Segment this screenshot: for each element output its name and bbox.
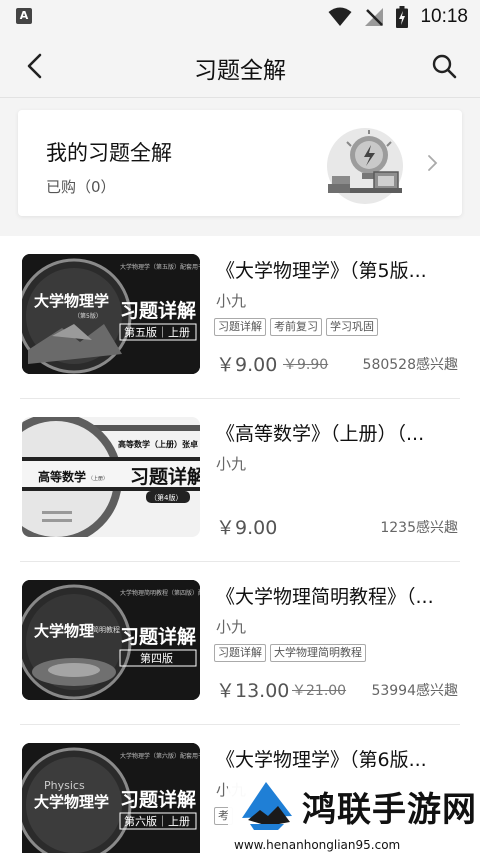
cover-subtitle: 习题详解: [130, 465, 200, 488]
book-cover: 高等数学 （上册） 高等数学（上册）张卓 习题详解 （第4版）: [22, 417, 200, 537]
watermark-text: 鸿联手游网: [302, 790, 477, 830]
cover-edition-note: 简明教程: [92, 625, 120, 634]
book-price: ￥13.00: [216, 680, 290, 702]
cover-band: 第四版: [140, 651, 173, 665]
interest-count: 1235感兴趣: [380, 520, 458, 536]
interest-count: 580528感兴趣: [362, 357, 458, 373]
cover-subtitle: 习题详解: [120, 299, 196, 322]
cover-title: 大学物理学: [34, 292, 109, 310]
cover-title: 大学物理: [34, 622, 94, 640]
cover-top-text: 大学物理学（第五版）配套用书: [120, 263, 200, 271]
cover-band: （第4版）: [150, 493, 182, 502]
page-title: 习题全解: [194, 58, 286, 84]
purchased-count: 已购（0）: [46, 178, 116, 196]
book-title: 《大学物理简明教程》（...: [216, 586, 434, 608]
cover-edition-note: （上册）: [88, 475, 108, 482]
cover-title: 高等数学: [38, 469, 86, 484]
book-item[interactable]: 高等数学 （上册） 高等数学（上册）张卓 习题详解 （第4版） 《高等数学》（上…: [0, 399, 480, 562]
book-author: 小九: [216, 618, 247, 636]
no-signal-icon: [365, 8, 384, 26]
cover-subtitle: 习题详解: [120, 788, 196, 811]
cover-band: 第五版｜上册: [124, 325, 190, 339]
book-list: 大学物理学（第五版）配套用书 大学物理学 （第5版） 习题详解 第五版｜上册 《…: [0, 236, 480, 853]
interest-count: 53994感兴趣: [371, 683, 458, 699]
book-title: 《大学物理学》（第5版...: [216, 260, 427, 282]
book-cover: 大学物理学（第五版）配套用书 大学物理学 （第5版） 习题详解 第五版｜上册: [22, 254, 200, 374]
cover-band: 第六版｜上册: [124, 814, 190, 828]
watermark-url: www.henanhonglian95.com: [234, 838, 401, 852]
book-author: 小九: [216, 455, 247, 473]
book-price: ￥9.00: [216, 354, 278, 376]
book-title: 《高等数学》（上册）（...: [216, 423, 425, 445]
book-price: ￥9.00: [216, 517, 278, 539]
book-cover: Physics 大学物理学（第六版）配套用书 大学物理学 习题详解 第六版｜上册: [22, 743, 200, 853]
status-icons: 10:18: [328, 5, 468, 29]
site-watermark: 鸿联手游网 www.henanhonglian95.com: [228, 768, 480, 853]
cover-top-text: 大学物理简明教程（第四版）配套用书: [120, 589, 200, 597]
search-button[interactable]: [430, 52, 458, 80]
book-tag: 习题详解: [214, 318, 266, 336]
book-tag: 大学物理简明教程: [270, 644, 366, 662]
cover-edition-note: （第5版）: [74, 312, 102, 320]
chevron-right-icon: [428, 155, 438, 171]
status-bar: A 10:18: [0, 0, 480, 34]
book-cover: 大学物理简明教程（第四版）配套用书 大学物理 简明教程 习题详解 第四版: [22, 580, 200, 700]
wifi-icon: [328, 7, 352, 26]
book-item[interactable]: 大学物理学（第五版）配套用书 大学物理学 （第5版） 习题详解 第五版｜上册 《…: [0, 236, 480, 399]
cover-top-text: 高等数学（上册）张卓: [118, 439, 198, 449]
cover-edition-note: Physics: [44, 779, 85, 792]
app-bar: 习题全解: [0, 34, 480, 98]
book-item[interactable]: 大学物理简明教程（第四版）配套用书 大学物理 简明教程 习题详解 第四版 《大学…: [0, 562, 480, 725]
book-tags: 习题详解 大学物理简明教程: [214, 644, 366, 662]
book-tag: 习题详解: [214, 644, 266, 662]
app-notification-icon: A: [16, 8, 32, 24]
book-tag: 学习巩固: [326, 318, 378, 336]
my-solutions-title: 我的习题全解: [46, 141, 172, 165]
lightbulb-illustration-icon: [327, 128, 403, 204]
cover-top-text: 大学物理学（第六版）配套用书: [120, 752, 200, 760]
my-solutions-card[interactable]: 我的习题全解 已购（0）: [18, 110, 462, 216]
watermark-logo-icon: [242, 782, 292, 830]
book-tags: 习题详解 考前复习 学习巩固: [214, 318, 378, 336]
book-tag: 考前复习: [270, 318, 322, 336]
book-original-price: ￥9.90: [283, 357, 329, 373]
book-author: 小九: [216, 292, 247, 310]
book-original-price: ￥21.00: [292, 683, 347, 699]
cover-title: 大学物理学: [34, 793, 109, 811]
search-icon: [432, 54, 457, 79]
battery-charging-icon: [396, 6, 409, 28]
cover-subtitle: 习题详解: [120, 625, 196, 648]
clock: 10:18: [420, 6, 468, 27]
